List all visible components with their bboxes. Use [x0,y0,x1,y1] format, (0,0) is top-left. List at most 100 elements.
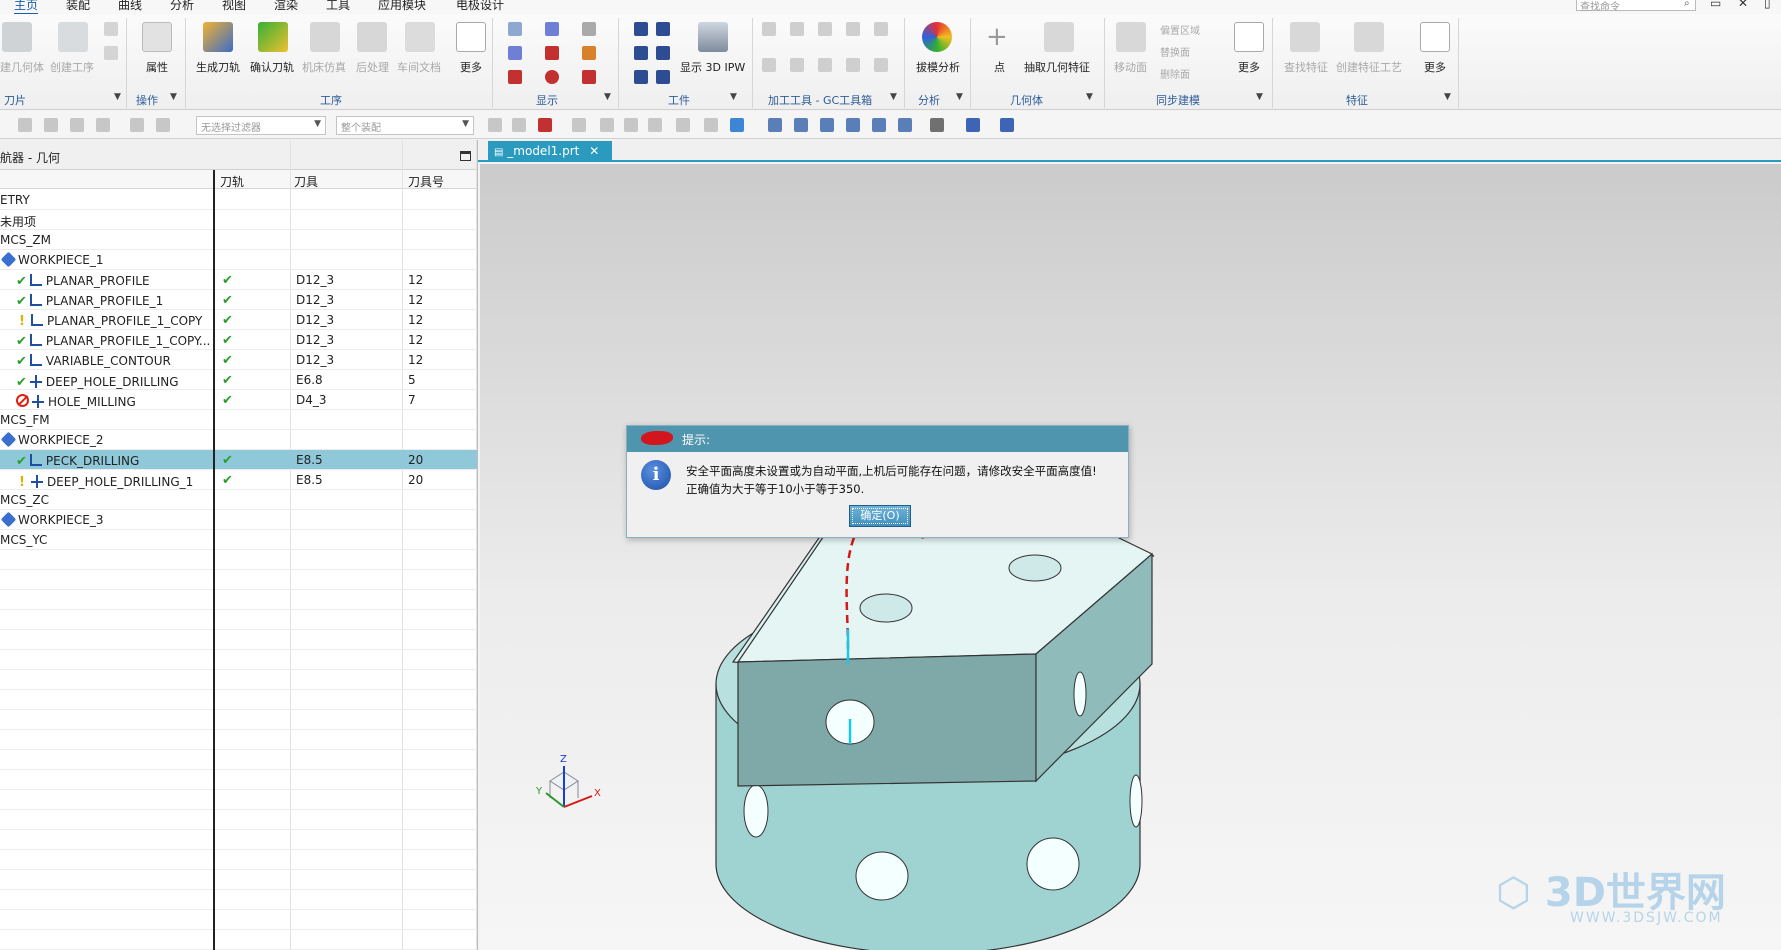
display-icon[interactable] [582,46,596,60]
toolbar-icon[interactable] [1000,118,1014,132]
small-tool-icon[interactable] [104,46,118,60]
table-row[interactable]: ! DEEP_HOLE_DRILLING_1 ✔ E8.5 20 [0,470,477,490]
command-search-input[interactable]: 查找命令 [1576,0,1696,13]
display-icon[interactable] [582,70,596,84]
chevron-down-icon[interactable]: ▼ [114,92,121,102]
panel-icon[interactable]: ▯ [1764,0,1771,10]
workpiece-icon[interactable] [634,46,648,60]
search-icon[interactable]: ⌕ [1684,0,1690,9]
chevron-down-icon[interactable]: ▼ [890,92,897,102]
table-row[interactable]: MCS_YC [0,530,477,550]
generate-toolpath-button[interactable]: 生成刀轨 [196,59,240,75]
toolbar-icon[interactable] [872,118,886,132]
display-icon[interactable] [545,46,559,60]
column-header-tool-number[interactable]: 刀具号 [408,173,444,190]
table-row[interactable]: WORKPIECE_1 [0,250,477,270]
gc-tool-icon[interactable] [790,58,804,72]
toolbar-icon[interactable] [70,118,84,132]
toolbar-icon[interactable] [156,118,170,132]
move-face-button[interactable]: 移动面 [1114,59,1147,75]
menu-tools[interactable]: 工具 [326,0,350,13]
small-tool-icon[interactable] [104,22,118,36]
table-row[interactable]: ✔ PECK_DRILLING ✔ E8.5 20 [0,450,477,470]
display-icon[interactable] [508,22,522,36]
table-row[interactable]: MCS_ZC [0,490,477,510]
selection-filter-select[interactable]: 无选择过滤器 ▼ [196,116,326,135]
more-button[interactable]: 更多 [1238,59,1260,75]
chevron-down-icon[interactable]: ▼ [1444,92,1451,102]
menu-electrode-design[interactable]: 电极设计 [456,0,504,13]
toolbar-icon[interactable] [18,118,32,132]
table-row[interactable]: MCS_FM [0,410,477,430]
graphics-viewport[interactable]: XM YM Z X Y [480,164,1781,950]
toolbar-icon[interactable] [794,118,808,132]
toolbar-icon[interactable] [572,118,586,132]
gc-tool-icon[interactable] [818,58,832,72]
table-row[interactable]: WORKPIECE_2 [0,430,477,450]
table-row[interactable]: WORKPIECE_3 [0,510,477,530]
column-header-tool[interactable]: 刀具 [294,173,318,190]
display-icon[interactable] [508,46,522,60]
gc-tool-icon[interactable] [762,58,776,72]
tab-model-prt[interactable]: ▤ _model1.prt ✕ [488,141,612,162]
chevron-down-icon[interactable]: ▼ [730,92,737,102]
workpiece-icon[interactable] [634,70,648,84]
toolbar-icon[interactable] [930,118,944,132]
toolbar-icon[interactable] [512,118,526,132]
replace-face-button[interactable]: 替换面 [1160,44,1190,59]
toolbar-icon[interactable] [96,118,110,132]
more-button[interactable]: 更多 [1424,59,1446,75]
toolbar-icon[interactable] [768,118,782,132]
gc-tool-icon[interactable] [846,22,860,36]
delete-face-button[interactable]: 删除面 [1160,66,1190,81]
gc-tool-icon[interactable] [874,22,888,36]
gc-tool-icon[interactable] [874,58,888,72]
toolbar-icon[interactable] [44,118,58,132]
postprocess-button[interactable]: 后处理 [356,59,389,75]
toolbar-icon[interactable] [538,118,552,132]
table-row[interactable]: ETRY [0,190,477,210]
table-row[interactable]: ✔ PLANAR_PROFILE ✔ D12_3 12 [0,270,477,290]
dialog-title-bar[interactable]: 提示: [627,426,1128,452]
verify-toolpath-button[interactable]: 确认刀轨 [250,59,294,75]
menu-view[interactable]: 视图 [222,0,246,13]
close-icon[interactable]: ✕ [1738,0,1748,10]
display-icon[interactable] [508,70,522,84]
table-row[interactable]: HOLE_MILLING ✔ D4_3 7 [0,390,477,410]
toolbar-icon[interactable] [966,118,980,132]
toolbar-icon[interactable] [624,118,638,132]
workpiece-icon[interactable] [656,46,670,60]
workpiece-icon[interactable] [656,22,670,36]
gc-tool-icon[interactable] [790,22,804,36]
table-row[interactable]: MCS_ZM [0,230,477,250]
tab-close-icon[interactable]: ✕ [589,144,599,158]
workpiece-icon[interactable] [634,22,648,36]
display-3d-ipw-button[interactable]: 显示 3D IPW [680,59,745,75]
toolbar-icon[interactable] [846,118,860,132]
maximize-icon[interactable] [460,151,471,161]
toolbar-icon[interactable] [730,118,744,132]
gc-tool-icon[interactable] [818,22,832,36]
toolbar-icon[interactable] [648,118,662,132]
machine-simulation-button[interactable]: 机床仿真 [302,59,346,75]
display-icon[interactable] [545,70,559,84]
find-feature-button[interactable]: 查找特征 [1284,59,1328,75]
chevron-down-icon[interactable]: ▼ [1256,92,1263,102]
workpiece-icon[interactable] [656,70,670,84]
menu-render[interactable]: 渲染 [274,0,298,13]
table-row[interactable]: 未用项 [0,210,477,230]
chevron-down-icon[interactable]: ▼ [170,92,177,102]
chevron-down-icon[interactable]: ▼ [1086,92,1093,102]
table-row[interactable]: ✔ PLANAR_PROFILE_1 ✔ D12_3 12 [0,290,477,310]
menu-home[interactable]: 主页 [14,0,39,14]
extract-geometry-button[interactable]: 抽取几何特征 [1024,59,1090,75]
chevron-down-icon[interactable]: ▼ [604,92,611,102]
offset-region-button[interactable]: 偏置区域 [1160,22,1200,37]
menu-analysis[interactable]: 分析 [170,0,194,13]
menu-curve[interactable]: 曲线 [118,0,142,13]
properties-button[interactable]: 属性 [146,59,168,75]
chevron-down-icon[interactable]: ▼ [956,92,963,102]
gc-tool-icon[interactable] [762,22,776,36]
shop-documentation-button[interactable]: 车间文档 [397,59,441,75]
display-icon[interactable] [545,22,559,36]
